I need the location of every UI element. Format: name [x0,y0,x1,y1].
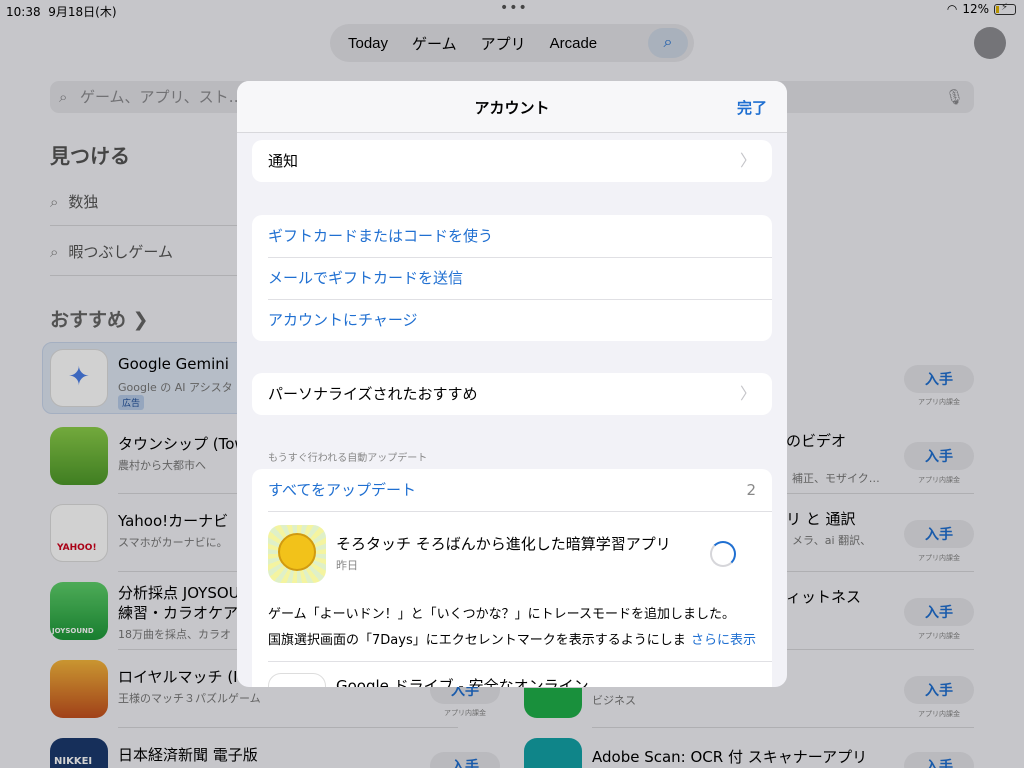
release-notes-line2: 国旗選択画面の「7Days」にエクセレントマークを表示するようにしま [268,633,686,648]
personalized-recommendations-row[interactable]: パーソナライズされたおすすめ 〉 [252,373,772,415]
chevron-right-icon: 〉 [739,384,756,403]
update-count: 2 [746,481,756,499]
update-app-name: Google ドライブ - 安全なオンライン [336,677,589,687]
done-button[interactable]: 完了 [737,97,767,118]
add-funds-button[interactable]: アカウントにチャージ [252,299,772,341]
notifications-card: 通知 〉 [252,140,772,182]
update-item: そろタッチ そろばんから進化した暗算学習アプリ 昨日 ゲーム「よーいドン！」と「… [252,511,772,661]
release-notes-line1: ゲーム「よーいドン！」と「いくつかな？」にトレースモードを追加しました。 [268,607,735,622]
chevron-right-icon: 〉 [739,151,756,170]
soro-touch-app-icon[interactable] [268,525,326,583]
row-label: 通知 [268,152,299,170]
update-all-button[interactable]: すべてをアップデート 2 [252,469,772,511]
update-item: Google ドライブ - 安全なオンライン [252,661,772,687]
row-label: パーソナライズされたおすすめ [268,385,478,403]
google-drive-app-icon[interactable] [268,673,326,687]
gift-card-group: ギフトカードまたはコードを使う メールでギフトカードを送信 アカウントにチャージ [252,215,772,341]
update-app-date: 昨日 [336,559,358,572]
sheet-header: アカウント 完了 [237,81,787,133]
account-sheet: アカウント 完了 通知〉 ギフトカードまたはコードを使う メールでギフトカードを… [237,81,787,687]
show-more-link[interactable]: さらに表示 [684,629,756,648]
personalized-card: パーソナライズされたおすすめ 〉 [252,373,772,415]
updates-section-header: もうすぐ行われる自動アップデート [268,453,428,464]
notifications-row[interactable]: 通知 〉 [252,140,772,182]
updates-card: すべてをアップデート 2 そろタッチ そろばんから進化した暗算学習アプリ 昨日 ゲ… [252,469,772,687]
sheet-title: アカウント [474,99,550,117]
update-all-label: すべてをアップデート [268,481,417,499]
redeem-gift-card-button[interactable]: ギフトカードまたはコードを使う [252,215,772,257]
update-app-name: そろタッチ そろばんから進化した暗算学習アプリ [336,535,671,553]
send-gift-card-email-button[interactable]: メールでギフトカードを送信 [252,257,772,299]
download-progress-icon[interactable] [710,541,736,567]
